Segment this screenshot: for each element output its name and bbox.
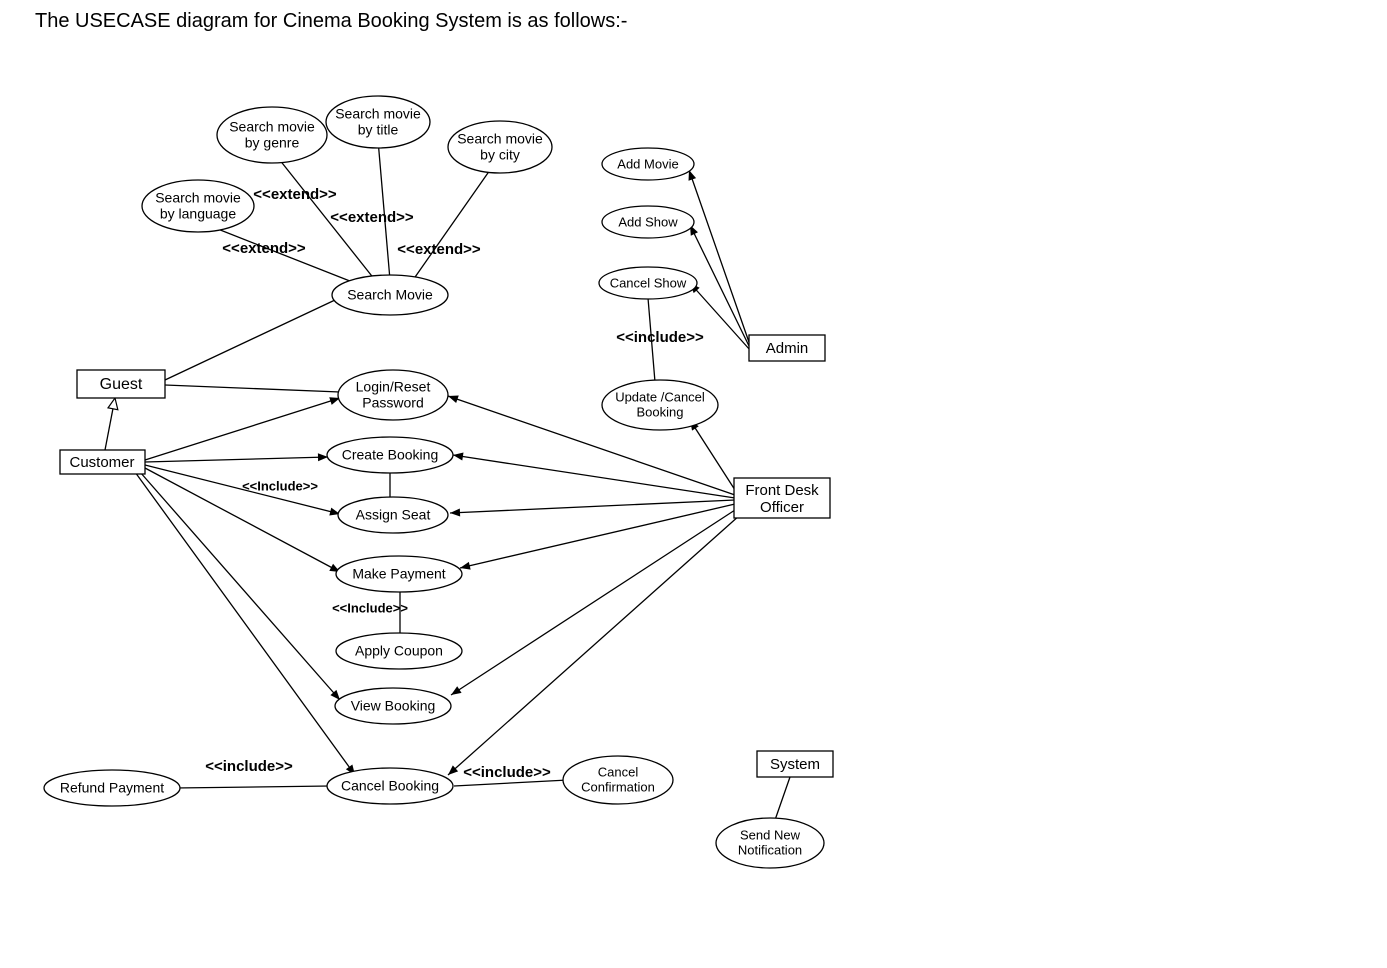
- stereo-include-5: <<include>>: [616, 329, 704, 346]
- actor-guest: Guest: [77, 370, 165, 398]
- stereo-extend-4: <<extend>>: [397, 241, 481, 258]
- stereo-include-3: <<include>>: [205, 758, 293, 775]
- assoc-fdo-view: [451, 510, 735, 695]
- actor-system: System: [757, 751, 833, 777]
- svg-text:Officer: Officer: [760, 499, 804, 516]
- svg-text:Confirmation: Confirmation: [581, 779, 655, 794]
- svg-text:Apply Coupon: Apply Coupon: [355, 643, 443, 659]
- uc-cancel-booking: Cancel Booking: [327, 768, 453, 804]
- uc-cancel-show: Cancel Show: [599, 267, 697, 299]
- svg-text:Search movie: Search movie: [155, 190, 241, 206]
- stereo-extend-1: <<extend>>: [253, 186, 337, 203]
- uc-search-by-genre: Search movie by genre: [217, 107, 327, 163]
- svg-text:Cancel Booking: Cancel Booking: [341, 778, 439, 794]
- actor-customer: Customer: [60, 450, 145, 474]
- uc-search-by-language: Search movie by language: [142, 180, 254, 232]
- uc-refund-payment: Refund Payment: [44, 770, 180, 806]
- uc-add-movie: Add Movie: [602, 148, 694, 180]
- uc-login-reset: Login/Reset Password: [338, 370, 448, 420]
- svg-text:Customer: Customer: [69, 454, 134, 471]
- assoc-system-notif: [775, 777, 790, 820]
- assoc-guest-searchmovie: [165, 300, 335, 380]
- svg-text:Make Payment: Make Payment: [352, 566, 445, 582]
- svg-text:Search Movie: Search Movie: [347, 287, 433, 303]
- svg-text:by language: by language: [160, 206, 237, 222]
- uc-cancel-confirmation: Cancel Confirmation: [563, 756, 673, 804]
- svg-text:Cancel Show: Cancel Show: [610, 275, 687, 290]
- ext-city: [413, 160, 497, 280]
- svg-text:Notification: Notification: [738, 842, 802, 857]
- svg-text:Cancel: Cancel: [598, 764, 639, 779]
- svg-text:by city: by city: [480, 147, 520, 163]
- assoc-customer-login: [145, 398, 340, 460]
- svg-text:Send New: Send New: [740, 827, 801, 842]
- usecase-diagram: <<extend>> <<extend>> <<extend>> <<exten…: [0, 0, 1387, 968]
- svg-text:System: System: [770, 756, 820, 773]
- assoc-guest-login: [165, 385, 340, 392]
- uc-assign-seat: Assign Seat: [338, 497, 448, 533]
- svg-text:Search movie: Search movie: [335, 106, 421, 122]
- assoc-fdo-update: [690, 420, 735, 490]
- actor-front-desk-officer: Front Desk Officer: [734, 478, 830, 518]
- svg-text:Refund Payment: Refund Payment: [60, 780, 164, 796]
- svg-text:by genre: by genre: [245, 135, 300, 151]
- assoc-fdo-create: [453, 455, 735, 498]
- svg-text:Guest: Guest: [100, 376, 143, 393]
- svg-text:Assign Seat: Assign Seat: [356, 507, 431, 523]
- uc-search-by-city: Search movie by city: [448, 121, 552, 173]
- svg-text:Admin: Admin: [766, 340, 809, 357]
- assoc-fdo-payment: [460, 504, 735, 568]
- svg-text:Add Show: Add Show: [618, 214, 678, 229]
- stereo-include-2: <<Include>>: [332, 600, 408, 615]
- assoc-admin-addmovie: [689, 170, 750, 345]
- uc-update-cancel-booking: Update /Cancel Booking: [602, 380, 718, 430]
- uc-search-by-title: Search movie by title: [326, 96, 430, 148]
- stereo-include-1: <<Include>>: [242, 478, 318, 493]
- svg-text:by title: by title: [358, 122, 399, 138]
- uc-apply-coupon: Apply Coupon: [336, 633, 462, 669]
- stereo-extend-3: <<extend>>: [222, 240, 306, 257]
- svg-text:Booking: Booking: [637, 404, 684, 419]
- assoc-customer-cancel: [135, 472, 355, 775]
- assoc-fdo-assign: [450, 500, 735, 513]
- svg-text:Add Movie: Add Movie: [617, 156, 678, 171]
- uc-view-booking: View Booking: [335, 688, 451, 724]
- svg-text:Login/Reset: Login/Reset: [356, 379, 431, 395]
- uc-add-show: Add Show: [602, 206, 694, 238]
- uc-send-notification: Send New Notification: [716, 818, 824, 868]
- svg-text:Update /Cancel: Update /Cancel: [615, 389, 705, 404]
- svg-text:Search movie: Search movie: [457, 131, 543, 147]
- assoc-customer-createbooking: [145, 457, 328, 462]
- uc-make-payment: Make Payment: [336, 556, 462, 592]
- inc-cancel-refund: [175, 786, 330, 788]
- uc-search-movie: Search Movie: [332, 275, 448, 315]
- svg-text:Password: Password: [362, 395, 423, 411]
- svg-text:Front Desk: Front Desk: [745, 482, 819, 499]
- uc-create-booking: Create Booking: [327, 437, 453, 473]
- actor-admin: Admin: [749, 335, 825, 361]
- svg-text:Create Booking: Create Booking: [342, 447, 439, 463]
- stereo-extend-2: <<extend>>: [330, 209, 414, 226]
- assoc-fdo-cancel: [448, 515, 740, 775]
- svg-text:View Booking: View Booking: [351, 698, 436, 714]
- svg-text:Search movie: Search movie: [229, 119, 315, 135]
- gen-customer-guest: [105, 398, 115, 450]
- stereo-include-4: <<include>>: [463, 764, 551, 781]
